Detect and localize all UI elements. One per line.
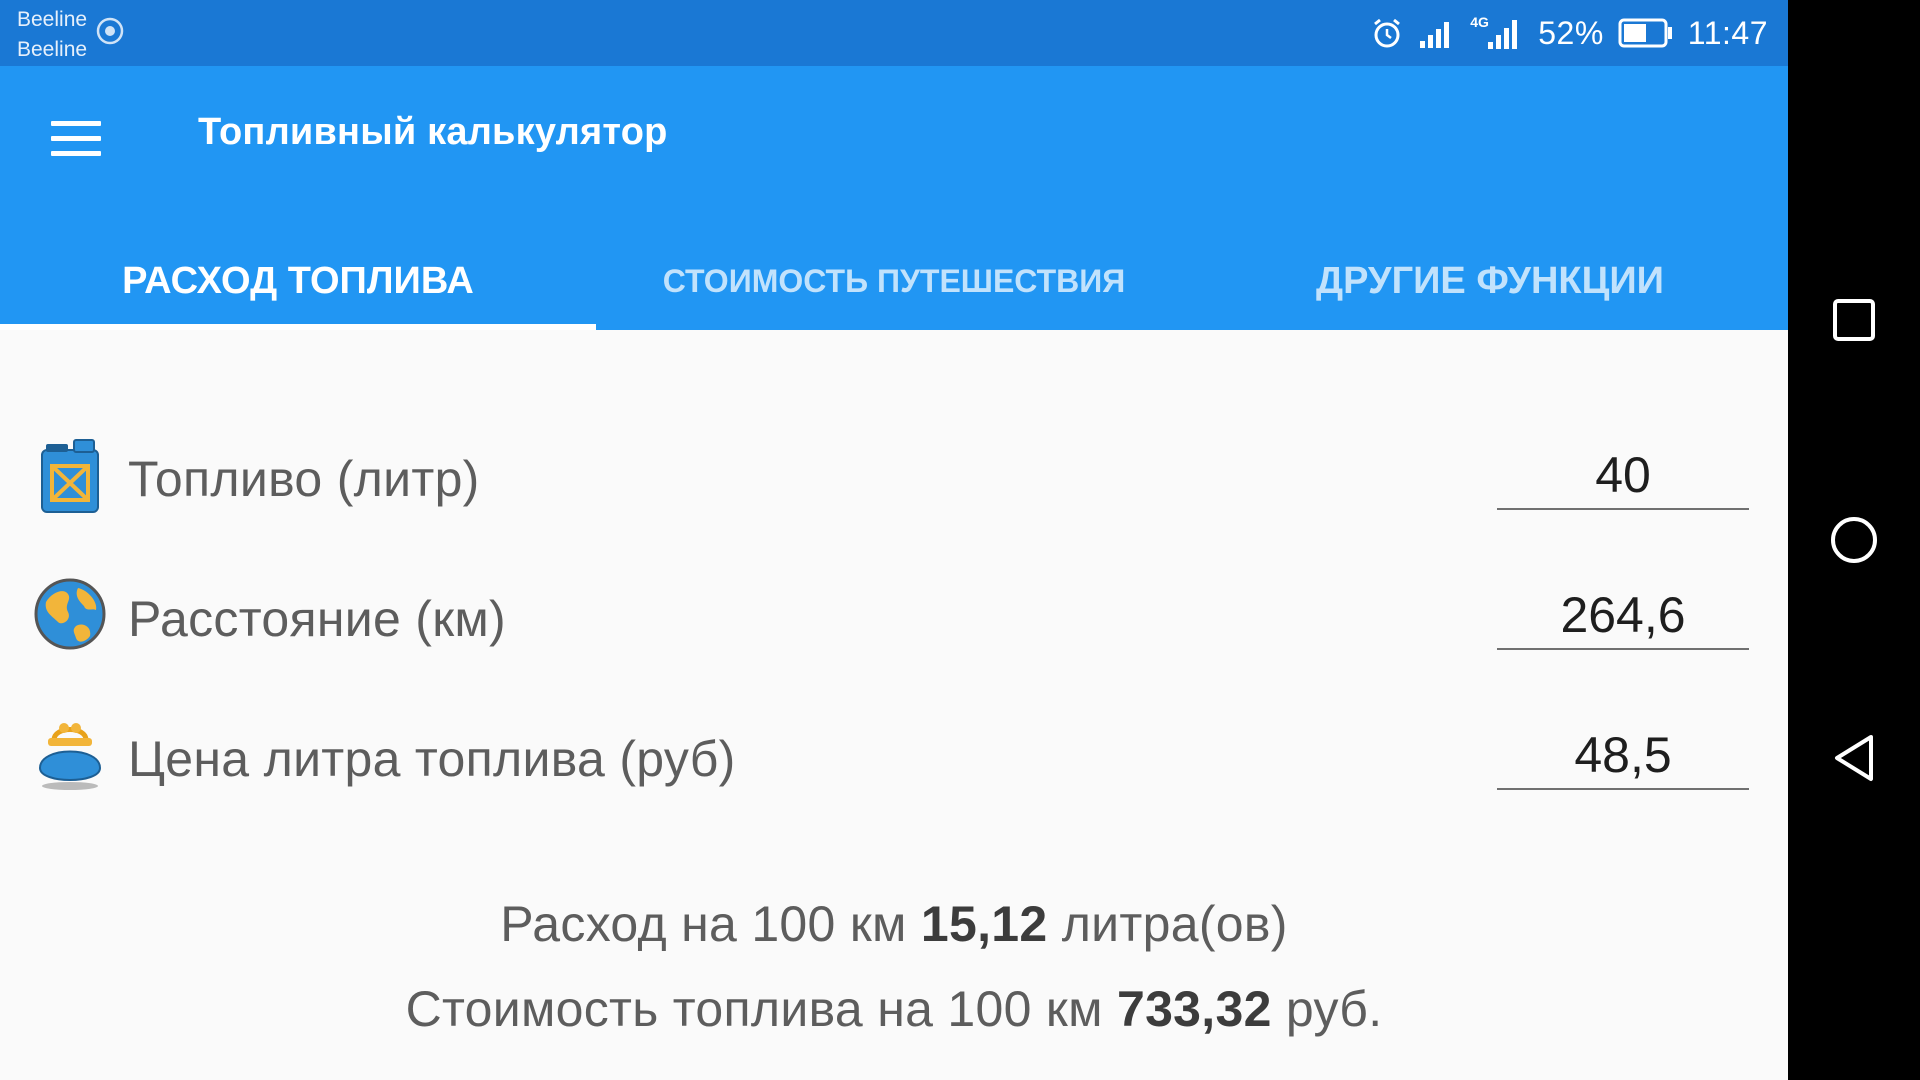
price-row: Цена литра топлива (руб) [0,710,1788,830]
signal-icon [1420,22,1450,48]
distance-row: Расстояние (км) [0,570,1788,690]
consumption-suffix: литра(ов) [1047,896,1288,952]
hamburger-menu-icon[interactable] [40,106,112,170]
clock: 11:47 [1687,14,1768,51]
consumption-prefix: Расход на 100 км [500,896,921,952]
distance-input[interactable] [1497,582,1749,650]
battery-percent: 52% [1538,14,1604,51]
tab-bar: РАСХОД ТОПЛИВА СТОИМОСТЬ ПУТЕШЕСТВИЯ ДРУ… [0,232,1788,330]
signal-4g-icon: 4G [1470,14,1524,50]
alarm-icon [1374,18,1401,48]
status-icons: 4G 52% 11:47 [1370,12,1768,54]
fuel-input[interactable] [1497,442,1749,510]
home-circle-icon[interactable] [1814,500,1894,580]
price-label: Цена литра топлива (руб) [128,731,736,787]
battery-icon [1618,18,1672,48]
price-input[interactable] [1497,722,1749,790]
fuel-label: Топливо (литр) [128,451,480,507]
carrier-badge-icon [96,17,124,45]
tab-trip-cost[interactable]: СТОИМОСТЬ ПУТЕШЕСТВИЯ [596,232,1192,330]
recents-square-icon[interactable] [1814,280,1894,360]
app-screen: Beeline Beeline 4G 52% 11:47 Топливный к… [0,0,1788,1080]
consumption-result: Расход на 100 км 15,12 литра(ов) [0,895,1788,953]
calculator-form: Топливо (литр) Расстояние (км) [0,330,1788,1080]
cost-suffix: руб. [1271,981,1383,1037]
tab-fuel-consumption[interactable]: РАСХОД ТОПЛИВА [0,232,596,330]
back-triangle-icon[interactable] [1814,718,1894,798]
purse-icon [38,723,102,790]
distance-label: Расстояние (км) [128,591,507,647]
cost-result: Стоимость топлива на 100 км 733,32 руб. [0,980,1788,1038]
consumption-value: 15,12 [920,896,1048,952]
app-title: Топливный калькулятор [198,111,668,153]
carrier-label-2: Beeline [17,38,88,61]
cost-prefix: Стоимость топлива на 100 км [405,981,1117,1037]
system-nav-bar [1788,0,1920,1080]
globe-icon [34,578,106,650]
status-bar: Beeline Beeline 4G 52% 11:47 [0,0,1788,66]
app-bar: Топливный калькулятор РАСХОД ТОПЛИВА СТО… [0,66,1788,330]
fuel-row: Топливо (литр) [0,430,1788,550]
tab-other-functions[interactable]: ДРУГИЕ ФУНКЦИИ [1192,232,1788,330]
fuel-canister-icon [41,439,99,513]
carrier-label-1: Beeline [17,8,88,31]
cost-value: 733,32 [1116,981,1272,1037]
